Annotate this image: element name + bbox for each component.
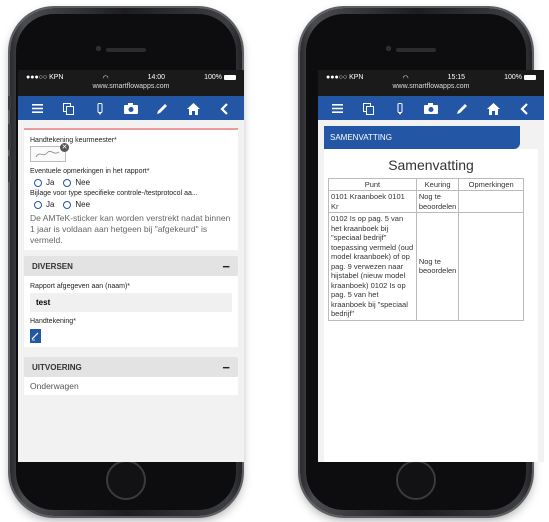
section-title: UITVOERING	[32, 362, 82, 372]
report-recipient-label: Rapport afgegeven aan (naam)*	[30, 283, 131, 290]
clock-label: 14:00	[147, 74, 166, 81]
section-diversen[interactable]: DIVERSEN −	[24, 256, 238, 276]
cell-keuring: Nog te beoordelen	[415, 190, 460, 213]
remarks-radio-group: Ja Nee	[34, 178, 232, 187]
summary-table: Punt Keuring Opmerkingen 0101 Kraanboek …	[328, 178, 524, 321]
radio-yes[interactable]	[34, 200, 42, 209]
speaker-grille	[106, 48, 146, 52]
section-title: DIVERSEN	[32, 261, 73, 271]
url-bar[interactable]: www.smartflowapps.com	[318, 83, 544, 90]
collapse-icon[interactable]: −	[222, 360, 230, 375]
carrier-label: ●●●○○ KPN	[26, 74, 64, 81]
speaker-grille	[396, 48, 436, 52]
tab-samenvatting[interactable]: SAMENVATTING	[324, 126, 520, 149]
menu-icon[interactable]	[28, 96, 48, 120]
home-icon[interactable]	[483, 96, 503, 120]
status-bar: ●●●○○ KPN ◠ 15:15 100% www.smartflowapps…	[318, 70, 544, 96]
table-row[interactable]: 0102 Is op pag. 5 van het kraanboek bij …	[328, 212, 524, 321]
column-header: Keuring	[415, 178, 460, 191]
form-card: Handtekening keurmeester* ✕ Eventuele op…	[24, 130, 238, 250]
radio-no-label: Nee	[75, 200, 91, 209]
cell-opmerkingen	[458, 212, 524, 321]
onderwagen-label: Onderwagen	[30, 381, 79, 391]
table-header-row: Punt Keuring Opmerkingen	[328, 178, 524, 191]
screen-left: ●●●○○ KPN ◠ 14:00 100% www.smartflowapps…	[18, 70, 244, 462]
clock-label: 15:15	[447, 74, 466, 81]
remove-signature-icon[interactable]: ✕	[60, 143, 69, 152]
cell-punt: 0102 Is op pag. 5 van het kraanboek bij …	[328, 212, 417, 321]
column-header: Punt	[328, 178, 417, 191]
attachment-radio-group: Ja Nee	[34, 200, 232, 209]
cell-opmerkingen	[458, 190, 524, 213]
copy-icon[interactable]	[359, 96, 379, 120]
radio-no[interactable]	[63, 200, 72, 209]
screen-right: ●●●○○ KPN ◠ 15:15 100% www.smartflowapps…	[318, 70, 544, 462]
diversen-card: Rapport afgegeven aan (naam)* test Handt…	[24, 276, 238, 347]
signature2-label: Handtekening*	[30, 318, 76, 325]
mute-switch	[8, 96, 11, 110]
collapse-icon[interactable]: −	[222, 259, 230, 274]
attachment-label: Bijlage voor type specifieke controle-/t…	[30, 190, 198, 197]
radio-no-label: Nee	[75, 178, 91, 187]
app-toolbar	[18, 96, 244, 120]
pencil-icon[interactable]	[452, 96, 472, 120]
back-icon[interactable]	[514, 96, 534, 120]
volume-up-button	[8, 124, 11, 150]
battery-label: 100%	[204, 74, 222, 81]
page-title: Samenvatting	[388, 157, 474, 173]
radio-yes[interactable]	[34, 178, 42, 187]
remarks-label: Eventuele opmerkingen in het rapport*	[30, 168, 150, 175]
camera-icon[interactable]	[421, 96, 441, 120]
radio-no[interactable]	[63, 178, 72, 187]
pen-tool-icon[interactable]	[90, 96, 110, 120]
home-button[interactable]	[396, 460, 436, 500]
section-uitvoering[interactable]: UITVOERING −	[24, 357, 238, 377]
pen-tool-icon[interactable]	[390, 96, 410, 120]
camera-icon[interactable]	[121, 96, 141, 120]
table-row[interactable]: 0101 Kraanboek 0101 Kr Nog te beoordelen	[328, 190, 524, 213]
report-recipient-input[interactable]: test	[30, 293, 232, 312]
battery-label: 100%	[504, 74, 522, 81]
carrier-label: ●●●○○ KPN	[326, 74, 364, 81]
uitvoering-card: Onderwagen	[24, 377, 238, 395]
signature-label: Handtekening keurmeester*	[30, 137, 117, 144]
column-header: Opmerkingen	[458, 178, 524, 191]
signature-thumbnail[interactable]: ✕	[30, 143, 69, 162]
wifi-icon: ◠	[402, 75, 409, 82]
radio-yes-label: Ja	[46, 178, 55, 187]
app-toolbar	[318, 96, 544, 120]
battery-icon	[223, 74, 236, 80]
copy-icon[interactable]	[59, 96, 79, 120]
cell-punt: 0101 Kraanboek 0101 Kr	[328, 190, 417, 213]
pencil-icon[interactable]	[152, 96, 172, 120]
front-camera	[96, 46, 101, 51]
url-bar[interactable]: www.smartflowapps.com	[18, 83, 244, 90]
sticker-notice: De AMTeK-sticker kan worden verstrekt na…	[30, 213, 231, 245]
home-icon[interactable]	[183, 96, 203, 120]
battery-icon	[523, 74, 536, 80]
home-button[interactable]	[106, 460, 146, 500]
front-camera	[386, 46, 391, 51]
status-bar: ●●●○○ KPN ◠ 14:00 100% www.smartflowapps…	[18, 70, 244, 96]
cell-keuring: Nog te beoordelen	[415, 212, 460, 321]
menu-icon[interactable]	[328, 96, 348, 120]
wifi-icon: ◠	[102, 75, 109, 82]
volume-down-button	[8, 156, 11, 182]
radio-yes-label: Ja	[46, 200, 55, 209]
signature-document-icon[interactable]	[30, 329, 41, 343]
back-icon[interactable]	[214, 96, 234, 120]
summary-panel: Samenvatting Punt Keuring Opmerkingen 01…	[324, 149, 538, 462]
